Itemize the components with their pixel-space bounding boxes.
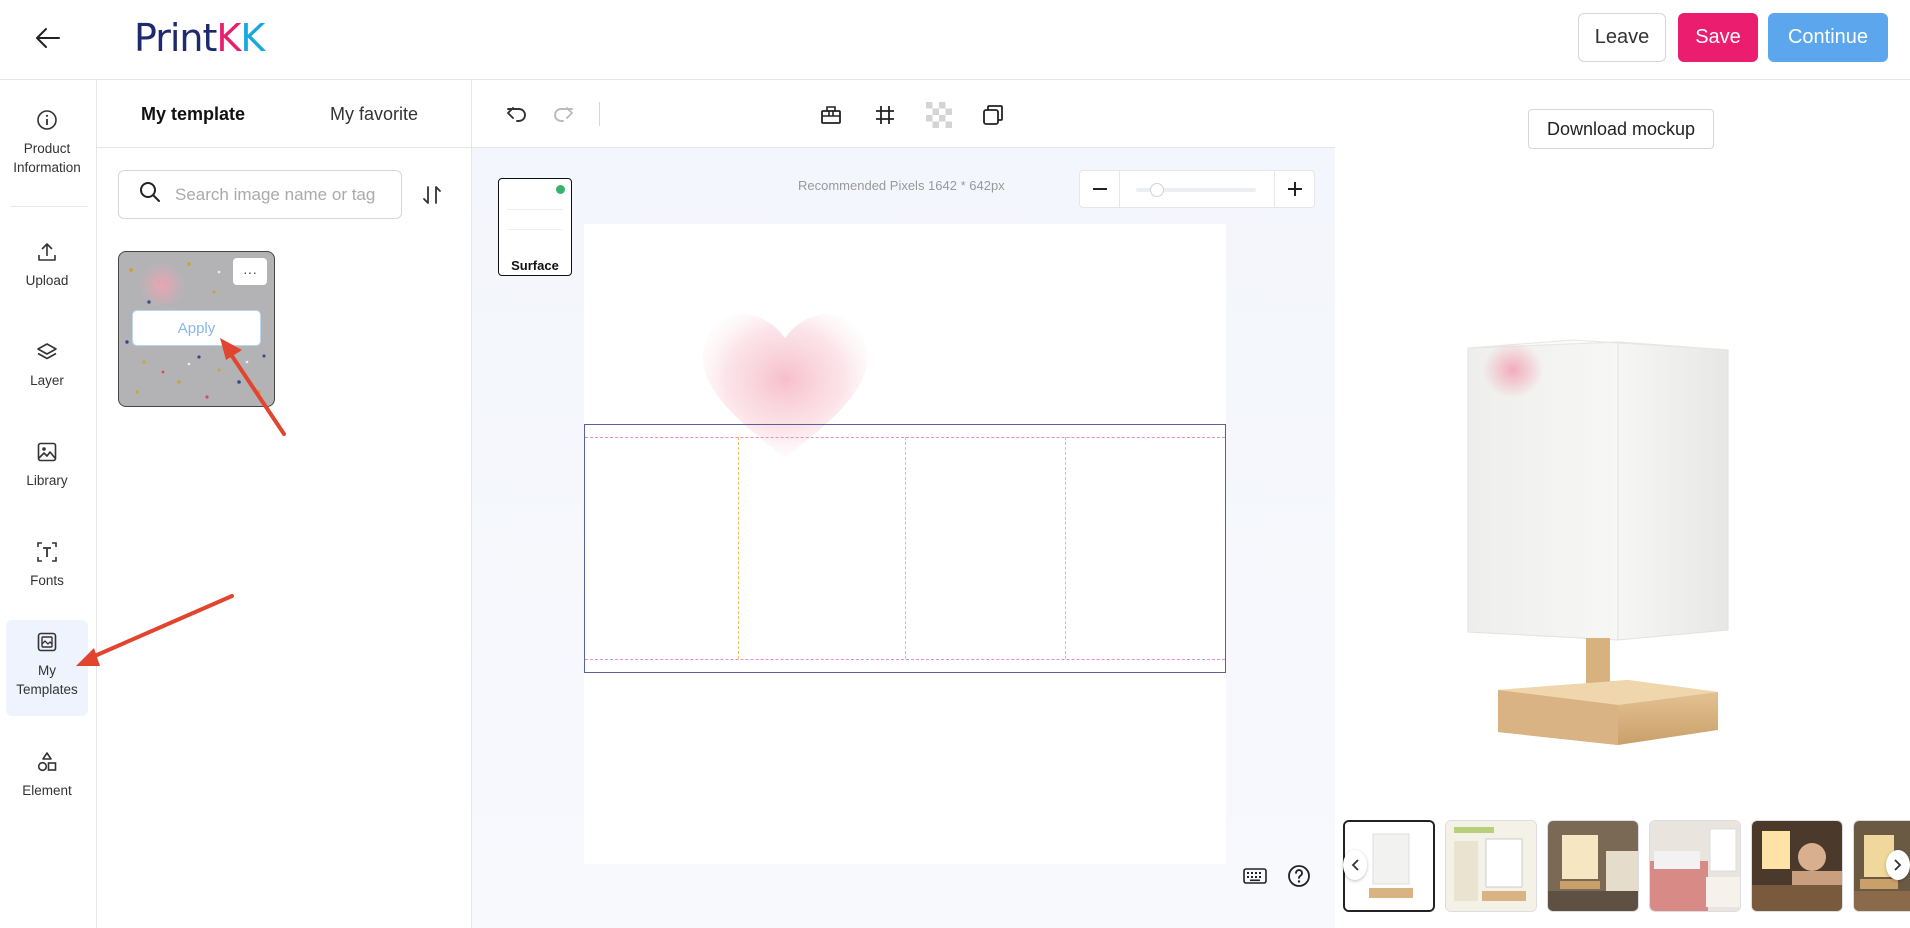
thumb-line — [507, 209, 563, 210]
printkk-logo: PrintKK — [134, 16, 265, 60]
mockup-thumbnail[interactable] — [1649, 820, 1741, 912]
template-heart-blob — [139, 262, 185, 308]
help-icon[interactable] — [1284, 861, 1314, 891]
thumbnails-prev-icon[interactable] — [1343, 850, 1367, 880]
undo-icon[interactable] — [502, 100, 532, 130]
zoom-out-button[interactable] — [1080, 171, 1120, 207]
template-more-button[interactable]: ··· — [233, 258, 267, 285]
mockup-thumbnail[interactable] — [1445, 820, 1537, 912]
rail-label: Layer — [30, 373, 64, 388]
search-box[interactable] — [118, 170, 402, 219]
fold-line — [738, 437, 739, 659]
transparency-icon[interactable] — [924, 100, 954, 130]
surface-thumbnail[interactable]: Surface — [498, 178, 572, 276]
layers-icon — [33, 338, 61, 366]
rail-item-library[interactable]: Library — [6, 430, 88, 491]
rail-item-my-templates[interactable]: My Templates — [6, 620, 88, 716]
panel-divider — [97, 147, 472, 148]
template-card[interactable]: ··· Apply — [118, 251, 275, 407]
rail-label: Fonts — [30, 573, 64, 588]
recommended-pixels-text: Recommended Pixels 1642 * 642px — [798, 178, 1005, 193]
top-header: PrintKK Leave Save Continue — [0, 0, 1910, 80]
rail-label: Element — [22, 783, 72, 798]
tab-my-template[interactable]: My template — [141, 104, 245, 125]
zoom-in-button[interactable] — [1274, 171, 1314, 207]
thumb-line — [507, 229, 563, 230]
zoom-control — [1079, 170, 1315, 208]
align-icon[interactable] — [816, 100, 846, 130]
mockup-thumbnail[interactable] — [1751, 820, 1843, 912]
editor-toolbar — [472, 80, 1335, 148]
shapes-icon — [33, 748, 61, 776]
template-apply-button[interactable]: Apply — [132, 310, 261, 346]
canvas-page[interactable] — [584, 224, 1226, 864]
keyboard-icon[interactable] — [1240, 861, 1270, 891]
rail-label: Product Information — [13, 141, 81, 175]
rail-label: Library — [26, 473, 68, 488]
mockup-thumbnails — [1343, 820, 1910, 912]
download-mockup-button[interactable]: Download mockup — [1528, 109, 1714, 149]
image-icon — [33, 438, 61, 466]
save-button[interactable]: Save — [1678, 13, 1758, 62]
bleed-line-bottom — [585, 659, 1225, 660]
search-icon — [139, 181, 161, 208]
zoom-slider-track[interactable] — [1136, 183, 1256, 197]
print-area-frame — [584, 424, 1226, 673]
lamp-mockup-image — [1467, 339, 1729, 745]
text-icon — [33, 538, 61, 566]
upload-icon — [33, 238, 61, 266]
search-input[interactable] — [175, 184, 385, 205]
zoom-slider-handle[interactable] — [1150, 183, 1164, 197]
mockup-preview-panel: Download mockup — [1335, 80, 1910, 928]
back-arrow-icon[interactable] — [30, 20, 66, 56]
rail-item-layer[interactable]: Layer — [6, 330, 88, 391]
rail-divider — [10, 206, 88, 207]
rail-item-product-information[interactable]: Product Information — [6, 98, 88, 178]
continue-button[interactable]: Continue — [1768, 13, 1888, 62]
active-status-dot — [556, 185, 565, 194]
info-icon — [33, 106, 61, 134]
duplicate-icon[interactable] — [978, 100, 1008, 130]
mockup-thumbnail[interactable] — [1547, 820, 1639, 912]
template-icon — [33, 628, 61, 656]
redo-icon[interactable] — [548, 100, 578, 130]
rail-item-fonts[interactable]: Fonts — [6, 530, 88, 591]
grid-icon[interactable] — [870, 100, 900, 130]
fold-line — [1065, 437, 1066, 659]
surface-label: Surface — [511, 258, 559, 273]
design-canvas-area: Surface Recommended Pixels 1642 * 642px — [472, 148, 1335, 928]
tab-my-favorite[interactable]: My favorite — [330, 104, 418, 125]
toolbar-divider — [599, 102, 600, 126]
left-tool-rail: Product Information Upload Layer Library… — [0, 80, 97, 928]
rail-item-upload[interactable]: Upload — [6, 230, 88, 291]
rail-label: My Templates — [16, 663, 78, 697]
sort-icon[interactable] — [417, 180, 447, 210]
fold-line — [905, 437, 906, 659]
templates-panel: My template My favorite ··· Apply — [97, 80, 472, 928]
thumbnails-next-icon[interactable] — [1886, 850, 1910, 880]
leave-button[interactable]: Leave — [1578, 13, 1666, 62]
rail-label: Upload — [25, 273, 69, 288]
rail-item-element[interactable]: Element — [6, 740, 88, 801]
